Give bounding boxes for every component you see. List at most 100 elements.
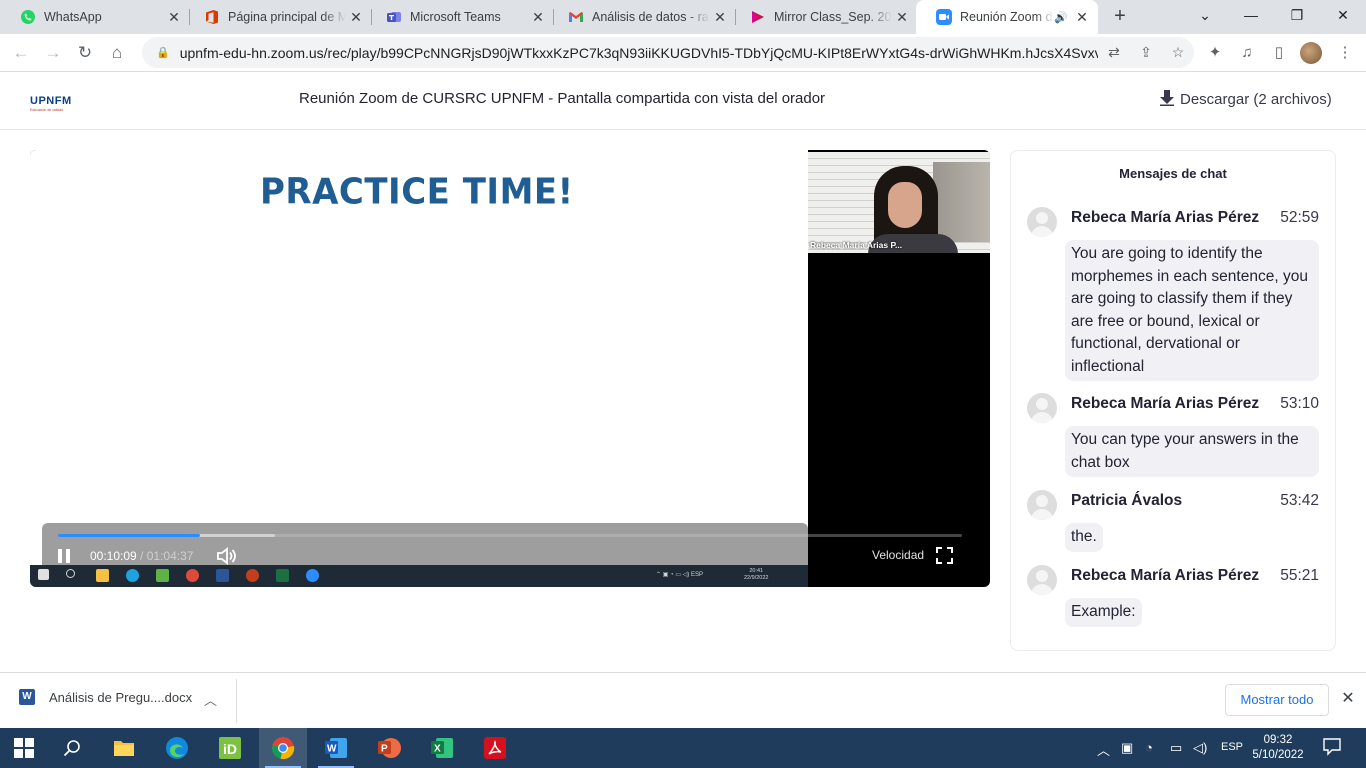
back-button[interactable]: ← xyxy=(6,38,36,68)
battery-icon[interactable]: ▭ xyxy=(1170,740,1182,756)
browser-tab-strip: WhatsApp ✕ Página principal de Microsoft… xyxy=(0,0,1366,34)
tab-title: Microsoft Teams xyxy=(410,10,501,24)
message-time[interactable]: 53:10 xyxy=(1280,395,1319,413)
tab-whatsapp[interactable]: WhatsApp ✕ xyxy=(0,0,190,34)
tab-gmail[interactable]: Análisis de datos - ramos@upnfm.edu.hn ✕ xyxy=(548,0,736,34)
chat-panel: Mensajes de chat Rebeca María Arias Pére… xyxy=(1010,150,1336,651)
home-button[interactable]: ⌂ xyxy=(102,38,132,68)
message-time[interactable]: 53:42 xyxy=(1280,492,1319,510)
lock-icon[interactable]: 🔒 xyxy=(156,46,170,59)
download-file-name: Análisis de Pregu....docx xyxy=(49,689,193,705)
chevron-up-icon[interactable]: ︿ xyxy=(204,690,217,709)
zoom-icon xyxy=(936,9,952,25)
office-icon xyxy=(204,9,220,25)
shared-screen: PRACTICE TIME! xyxy=(30,150,808,587)
edge-icon[interactable] xyxy=(153,728,201,768)
upnfm-logo[interactable]: UPNFM Educación de calidad xyxy=(30,91,72,112)
excel-icon[interactable]: X xyxy=(418,728,466,768)
tab-stream[interactable]: Mirror Class_Sep. 20th ✕ xyxy=(730,0,918,34)
start-button[interactable] xyxy=(0,728,48,768)
show-all-button[interactable]: Mostrar todo xyxy=(1225,684,1329,716)
side-panel-icon[interactable]: ▯ xyxy=(1264,38,1294,68)
duration: 01:04:37 xyxy=(146,549,194,563)
fullscreen-icon[interactable] xyxy=(936,547,953,564)
pause-button[interactable] xyxy=(56,546,72,566)
svg-text:P: P xyxy=(381,744,388,755)
download-shelf: W Análisis de Pregu....docx ︿ Mostrar to… xyxy=(0,672,1366,728)
notification-center-icon[interactable] xyxy=(1322,738,1342,758)
avatar-icon xyxy=(1027,565,1057,595)
message-sender: Patricia Ávalos xyxy=(1071,492,1183,509)
close-tab-icon[interactable]: ✕ xyxy=(346,7,366,27)
message-sender: Rebeca María Arias Pérez xyxy=(1071,395,1260,412)
app-tray-icon[interactable]: ▣ xyxy=(1121,740,1133,756)
current-time: 00:10:09 xyxy=(90,549,137,563)
reload-button[interactable]: ↻ xyxy=(70,38,100,68)
speaker-view: Rebeca María Arias P... xyxy=(808,152,990,253)
tab-title: Mirror Class_Sep. 20th xyxy=(774,10,892,24)
recorded-windows-taskbar: ⌃ ▣ ◔ ▭ ◁) ESP 20:41 22/9/2022 xyxy=(30,565,808,587)
network-icon[interactable]: ◔ xyxy=(1145,740,1153,755)
menu-kebab-icon[interactable]: ⋮ xyxy=(1330,38,1360,68)
time-display: 00:10:09 / 01:04:37 xyxy=(90,549,194,563)
tab-zoom[interactable]: Reunión Zoom de CURSRC UPNFM 🔊 ✕ xyxy=(916,0,1098,34)
message-text: Example: xyxy=(1065,598,1142,627)
gmail-icon xyxy=(568,9,584,25)
download-button[interactable]: Descargar (2 archivos) xyxy=(1160,90,1332,109)
video-player[interactable]: PRACTICE TIME! Rebeca María Arias P... 0… xyxy=(30,150,990,587)
file-explorer-icon[interactable] xyxy=(100,728,148,768)
input-language[interactable]: ESP xyxy=(1221,741,1243,753)
message-text: the. xyxy=(1065,523,1103,552)
restore-button[interactable]: ❐ xyxy=(1274,0,1320,30)
progress-bar[interactable] xyxy=(58,534,962,537)
download-icon xyxy=(1160,90,1174,109)
download-label: Descargar (2 archivos) xyxy=(1180,91,1332,108)
extensions-icon[interactable]: ✦ xyxy=(1200,38,1230,68)
powerpoint-icon[interactable]: P xyxy=(365,728,413,768)
address-bar[interactable]: 🔒 upnfm-edu-hn.zoom.us/rec/play/b99CPcNN… xyxy=(142,37,1194,68)
tab-office[interactable]: Página principal de Microsoft Office ✕ xyxy=(184,0,372,34)
new-tab-button[interactable]: + xyxy=(1108,5,1132,29)
close-shelf-icon[interactable]: ✕ xyxy=(1338,689,1358,709)
show-hidden-icons-chevron-icon[interactable]: ︿ xyxy=(1097,740,1110,759)
message-time[interactable]: 52:59 xyxy=(1280,209,1319,227)
tab-title: Reunión Zoom de CURSRC UPNFM xyxy=(960,10,1054,24)
minimize-button[interactable]: — xyxy=(1228,0,1274,30)
message-sender: Rebeca María Arias Pérez xyxy=(1071,567,1260,584)
tab-title: WhatsApp xyxy=(44,10,102,24)
close-tab-icon[interactable]: ✕ xyxy=(528,7,548,27)
word-icon[interactable]: W xyxy=(312,728,360,768)
translate-icon[interactable]: ⇄ xyxy=(1098,44,1130,61)
volume-icon[interactable] xyxy=(216,546,238,566)
close-tab-icon[interactable]: ✕ xyxy=(1072,7,1092,27)
zoom-header: UPNFM Educación de calidad Reunión Zoom … xyxy=(0,72,1366,130)
recording-title: Reunión Zoom de CURSRC UPNFM - Pantalla … xyxy=(299,90,826,107)
forward-button[interactable]: → xyxy=(38,38,68,68)
bookmark-star-icon[interactable]: ☆ xyxy=(1162,44,1194,61)
speaker-audio-icon[interactable]: 🔊 xyxy=(1054,11,1068,24)
system-clock[interactable]: 09:32 5/10/2022 xyxy=(1252,733,1304,763)
volume-tray-icon[interactable]: ◁) xyxy=(1193,740,1207,756)
avatar-icon xyxy=(1027,490,1057,520)
close-tab-icon[interactable]: ✕ xyxy=(164,7,184,27)
message-sender: Rebeca María Arias Pérez xyxy=(1071,209,1260,226)
share-icon[interactable]: ⇪ xyxy=(1130,44,1162,61)
tab-teams[interactable]: Microsoft Teams ✕ xyxy=(366,0,554,34)
speed-button[interactable]: Velocidad xyxy=(872,548,924,562)
url-text[interactable]: upnfm-edu-hn.zoom.us/rec/play/b99CPcNNGR… xyxy=(180,45,1098,61)
acrobat-icon[interactable] xyxy=(471,728,519,768)
media-control-icon[interactable]: ♫ xyxy=(1232,38,1262,68)
close-tab-icon[interactable]: ✕ xyxy=(892,7,912,27)
chrome-icon[interactable] xyxy=(259,728,307,768)
download-item[interactable]: W Análisis de Pregu....docx xyxy=(19,689,192,705)
profile-avatar[interactable] xyxy=(1300,42,1322,64)
close-tab-icon[interactable]: ✕ xyxy=(710,7,730,27)
chat-title: Mensajes de chat xyxy=(1119,166,1227,181)
svg-text:W: W xyxy=(327,744,337,755)
close-window-button[interactable]: ✕ xyxy=(1320,0,1366,30)
avatar-icon xyxy=(1027,207,1057,237)
tab-search-chevron-icon[interactable]: ⌄ xyxy=(1182,0,1228,30)
excel-online-icon[interactable]: iD xyxy=(206,728,254,768)
search-icon[interactable] xyxy=(48,728,96,768)
message-time[interactable]: 55:21 xyxy=(1280,567,1319,585)
